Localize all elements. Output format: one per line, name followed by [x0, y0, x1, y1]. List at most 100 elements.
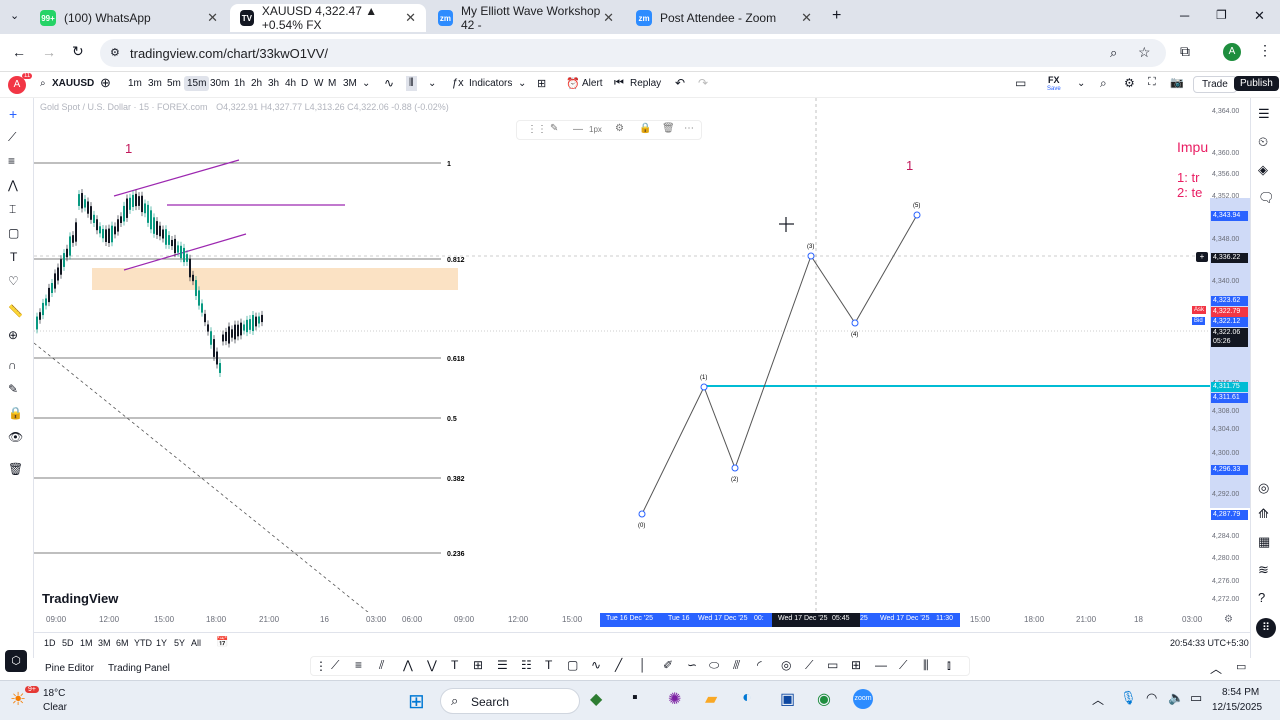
replay-icon[interactable]: ⏮	[614, 77, 624, 90]
close-icon[interactable]: ✕	[801, 10, 812, 26]
indicators-chevron-icon[interactable]: ⌄	[518, 78, 526, 89]
calendar-icon[interactable]: 📅	[216, 637, 228, 648]
wave-point-3[interactable]	[807, 252, 815, 260]
wifi-icon[interactable]: ◠	[1146, 690, 1157, 706]
xabcd-pattern-icon[interactable]: ⋁	[427, 658, 437, 672]
microphone-icon[interactable]: 🎙	[1120, 690, 1137, 706]
curve-icon[interactable]: ∽	[687, 658, 697, 672]
copilot-icon[interactable]: ✺	[668, 689, 681, 709]
tab-post-attendee[interactable]: zm Post Attendee - Zoom ✕	[626, 4, 822, 32]
crosshair-icon[interactable]: +	[9, 106, 17, 122]
taskview-icon[interactable]: ▪	[632, 689, 638, 707]
drag-handle-icon[interactable]: ⋮⋮	[527, 124, 547, 135]
candle-type-icon[interactable]: ⫴	[406, 76, 417, 91]
tab-search-chevron-icon[interactable]: ⌄	[10, 9, 19, 22]
trend-line-icon[interactable]: ⟋	[8, 130, 16, 145]
publish-button[interactable]: Publish	[1234, 76, 1279, 91]
profile-avatar[interactable]: A	[1223, 43, 1241, 61]
alert-button[interactable]: Alert	[582, 78, 603, 89]
interval-1h[interactable]: 1h	[234, 78, 245, 89]
table-icon[interactable]: ⊞	[851, 658, 861, 672]
browser-menu-icon[interactable]: ⋮	[1258, 42, 1272, 59]
vertical-line-icon[interactable]: │	[639, 658, 647, 672]
watchlist-icon[interactable]: ☰	[1258, 106, 1270, 122]
trading-panel-tab[interactable]: Trading Panel	[108, 663, 170, 674]
taskbar-time[interactable]: 8:54 PM	[1222, 687, 1259, 698]
extensions-icon[interactable]: ⧉	[1180, 43, 1190, 60]
interval-w[interactable]: W	[314, 78, 323, 89]
symbol-name[interactable]: XAUUSD	[52, 78, 94, 89]
brush-icon[interactable]: ▢	[8, 226, 19, 240]
interval-m[interactable]: M	[328, 78, 336, 89]
minimize-icon[interactable]: ─	[1180, 8, 1189, 23]
circle-icon[interactable]: ◎	[781, 658, 791, 672]
text-tool-icon[interactable]: T	[10, 250, 17, 264]
tab-tradingview[interactable]: TV XAUUSD 4,322.47 ▲ +0.54% FX ✕	[230, 4, 426, 32]
layers-icon[interactable]: ◈	[1258, 162, 1268, 178]
dash-line-icon[interactable]: —	[875, 658, 887, 672]
range-button[interactable]: YTD	[134, 638, 152, 648]
parallel-channel-icon[interactable]: ⫽	[379, 658, 384, 673]
taskbar-date[interactable]: 12/15/2025	[1212, 702, 1262, 713]
fib-retracement-icon[interactable]: ≡	[8, 154, 15, 168]
trade-button[interactable]: Trade	[1193, 76, 1237, 93]
back-icon[interactable]: ←	[12, 44, 26, 60]
range-button[interactable]: 6M	[116, 638, 129, 648]
crosshair-plus-icon[interactable]: +	[1196, 252, 1208, 262]
close-icon[interactable]: ✕	[207, 10, 218, 26]
text-tool-icon[interactable]: T	[545, 658, 552, 672]
store-icon[interactable]: ▣	[780, 689, 795, 709]
tray-chevron-icon[interactable]: ︿	[1092, 691, 1104, 708]
interval-5m[interactable]: 5m	[167, 78, 181, 89]
wave-point-1[interactable]	[700, 383, 708, 391]
taskbar-search-box[interactable]: ⌕ Search	[440, 688, 580, 714]
fib-extension-icon[interactable]: ☷	[521, 658, 532, 672]
interval-30m[interactable]: 30m	[210, 78, 229, 89]
chart-canvas[interactable]: 1 0.812 0.618 0.5 0.382 0.236 (0) (1) (2…	[34, 98, 1210, 612]
replay-button[interactable]: Replay	[630, 78, 661, 89]
text-tool-icon[interactable]: T	[451, 658, 458, 672]
time-axis[interactable]: 09:00 12:00 15:00 18:00 21:00 16 03:00 06:00 09:…	[34, 612, 1233, 628]
chart-type-chevron-icon[interactable]: ⌄	[428, 78, 436, 89]
maximize-panel-icon[interactable]: ▭	[1236, 660, 1246, 673]
more-icon[interactable]: ⋯	[684, 123, 694, 134]
layout-single-icon[interactable]: ▭	[1015, 76, 1026, 90]
interval-3m-month[interactable]: 3M	[343, 78, 357, 89]
save-label[interactable]: Save	[1047, 86, 1061, 92]
restore-icon[interactable]: ❐	[1216, 8, 1227, 22]
redo-icon[interactable]: ↷	[698, 76, 708, 90]
heart-icon[interactable]: ♡	[8, 274, 19, 288]
target-icon[interactable]: ◎	[1258, 480, 1269, 496]
interval-2h[interactable]: 2h	[251, 78, 262, 89]
utc-clock[interactable]: 20:54:33 UTC+5:30	[1170, 638, 1249, 648]
measure-icon[interactable]: ⟋	[805, 658, 813, 673]
trash-icon[interactable]: 🗑	[8, 462, 23, 476]
alarm-clock-icon[interactable]: ⏰	[566, 77, 580, 90]
alerts-icon[interactable]: ⏲	[1258, 134, 1268, 150]
close-icon[interactable]: ✕	[405, 10, 416, 26]
weather-temp[interactable]: 18°C	[43, 688, 65, 699]
save-chevron-icon[interactable]: ⌄	[1077, 78, 1085, 89]
interval-dropdown-icon[interactable]: ⌄	[362, 78, 370, 89]
arc-icon[interactable]: ◜	[757, 658, 762, 672]
long-position-icon[interactable]: ⫼	[923, 658, 929, 673]
range-button[interactable]: 1M	[80, 638, 93, 648]
file-explorer-icon[interactable]: ▰	[705, 689, 717, 709]
interval-15m[interactable]: 15m	[184, 76, 210, 91]
magnet-icon[interactable]: ∩	[8, 358, 17, 372]
close-icon[interactable]: ✕	[603, 10, 614, 26]
battery-icon[interactable]: ▭	[1190, 690, 1202, 706]
ellipse-icon[interactable]: ⬭	[709, 658, 719, 673]
symbol-search-icon[interactable]: ⌕	[40, 78, 46, 89]
ideas-icon[interactable]: ⟰	[1258, 506, 1269, 522]
abcd-pattern-icon[interactable]: ⋀	[403, 658, 413, 672]
indicators-icon[interactable]: ƒx	[452, 77, 464, 89]
pattern-icon[interactable]: ⋀	[8, 178, 18, 192]
interval-d[interactable]: D	[301, 78, 308, 89]
interval-4h[interactable]: 4h	[285, 78, 296, 89]
pitchfork-icon[interactable]: ⫻	[733, 658, 740, 673]
chevron-up-icon[interactable]: ︿	[1210, 660, 1222, 677]
chat-icon[interactable]: 🗨	[1258, 190, 1275, 206]
ruler-icon[interactable]: 📏	[8, 304, 23, 318]
line-width-value[interactable]: 1px	[589, 125, 602, 134]
